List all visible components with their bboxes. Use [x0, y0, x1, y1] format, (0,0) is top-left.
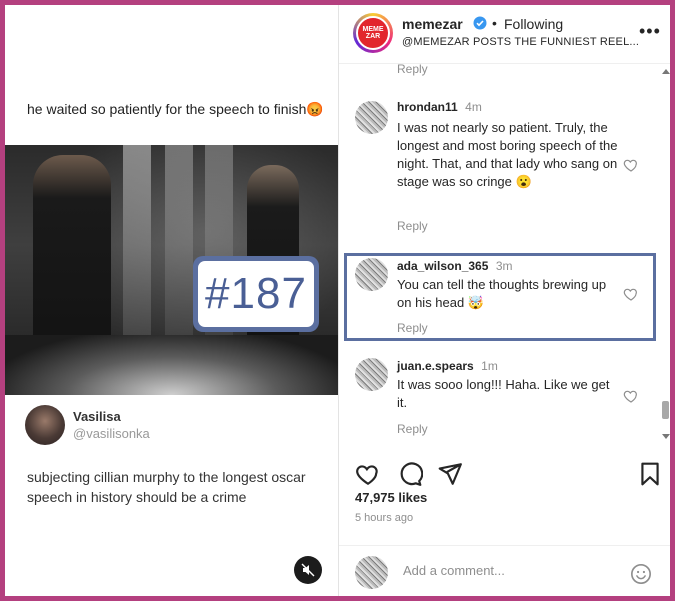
- tweet-author-handle: @vasilisonka: [73, 426, 150, 441]
- post-side-panel: MEME ZAR memezar • Following @MEMEZAR PO…: [339, 5, 670, 596]
- like-heart-icon[interactable]: [623, 157, 639, 173]
- number-badge: #187: [193, 256, 319, 332]
- instagram-post-window: he waited so patiently for the speech to…: [5, 5, 670, 596]
- comments-list[interactable]: Reply hrondan11 4m I was not nearly so p…: [339, 64, 670, 444]
- scroll-down-arrow-icon[interactable]: [662, 434, 670, 439]
- post-timestamp: 5 hours ago: [355, 512, 414, 524]
- comment-header: hrondan11 4m: [397, 99, 637, 115]
- commenter-username[interactable]: ada_wilson_365: [397, 259, 488, 273]
- reply-button[interactable]: Reply: [397, 219, 428, 233]
- stage-light-panel: [123, 145, 151, 335]
- comment-timestamp: 3m: [495, 259, 513, 273]
- scroll-up-arrow-icon[interactable]: [662, 69, 670, 74]
- more-options-icon[interactable]: •••: [639, 21, 661, 42]
- add-comment-input[interactable]: [401, 562, 615, 579]
- separator-dot: •: [492, 15, 497, 31]
- tweet-caption-top: he waited so patiently for the speech to…: [27, 101, 324, 117]
- post-action-bar: [339, 451, 670, 491]
- comment-text: You can tell the thoughts brewing up on …: [397, 277, 607, 310]
- current-user-avatar: [355, 556, 388, 589]
- tweet-caption-bottom: subjecting cillian murphy to the longest…: [27, 469, 306, 505]
- following-button[interactable]: Following: [504, 16, 563, 32]
- like-heart-icon[interactable]: [355, 461, 381, 487]
- number-badge-label: #187: [198, 261, 314, 327]
- comment-item: juan.e.spears 1m It was sooo long!!! Hah…: [339, 358, 659, 438]
- comment-bubble-icon[interactable]: [397, 461, 423, 487]
- reply-button[interactable]: Reply: [397, 64, 428, 76]
- comment-text: It was sooo long!!! Haha. Like we get it…: [397, 377, 610, 410]
- comment-header: juan.e.spears 1m: [397, 358, 637, 374]
- commenter-avatar[interactable]: [355, 258, 388, 291]
- stage-light-panel: [165, 145, 193, 335]
- add-comment-bar: [339, 545, 670, 596]
- commenter-username[interactable]: juan.e.spears: [397, 359, 474, 373]
- post-header: MEME ZAR memezar • Following @MEMEZAR PO…: [339, 5, 670, 64]
- comment-item: ada_wilson_365 3m You can tell the thoug…: [339, 258, 659, 338]
- memezar-logo: MEME ZAR: [356, 16, 390, 50]
- stage-floor: [5, 335, 338, 395]
- account-bio: @MEMEZAR POSTS THE FUNNIEST REEL...: [402, 36, 640, 48]
- comment-timestamp: 1m: [481, 359, 498, 373]
- emoji-picker-icon[interactable]: [630, 563, 652, 585]
- comment-item: hrondan11 4m I was not nearly so patient…: [339, 99, 659, 239]
- reply-button[interactable]: Reply: [397, 422, 428, 436]
- like-heart-icon[interactable]: [623, 388, 639, 404]
- verified-badge-icon: [473, 16, 487, 30]
- reply-button[interactable]: Reply: [397, 321, 428, 335]
- share-send-icon[interactable]: [437, 461, 463, 487]
- commenter-avatar[interactable]: [355, 358, 388, 391]
- commenter-avatar[interactable]: [355, 101, 388, 134]
- comment-text: I was not nearly so patient. Truly, the …: [397, 120, 618, 189]
- tweet-author-name: Vasilisa: [73, 409, 121, 424]
- commenter-username[interactable]: hrondan11: [397, 100, 458, 114]
- comment-timestamp: 4m: [465, 100, 482, 114]
- post-media[interactable]: he waited so patiently for the speech to…: [5, 5, 339, 596]
- like-heart-icon[interactable]: [623, 286, 639, 302]
- account-avatar[interactable]: MEME ZAR: [353, 13, 393, 53]
- muted-speaker-icon: [301, 563, 315, 577]
- save-bookmark-icon[interactable]: [637, 461, 663, 487]
- tweet-author-avatar: [25, 405, 65, 445]
- mute-toggle-button[interactable]: [294, 556, 322, 584]
- comment-header: ada_wilson_365 3m: [397, 258, 637, 274]
- account-name-link[interactable]: memezar: [402, 16, 463, 32]
- comments-scrollbar[interactable]: [661, 67, 670, 439]
- scrollbar-thumb[interactable]: [662, 401, 669, 419]
- likes-count[interactable]: 47,975 likes: [355, 490, 427, 505]
